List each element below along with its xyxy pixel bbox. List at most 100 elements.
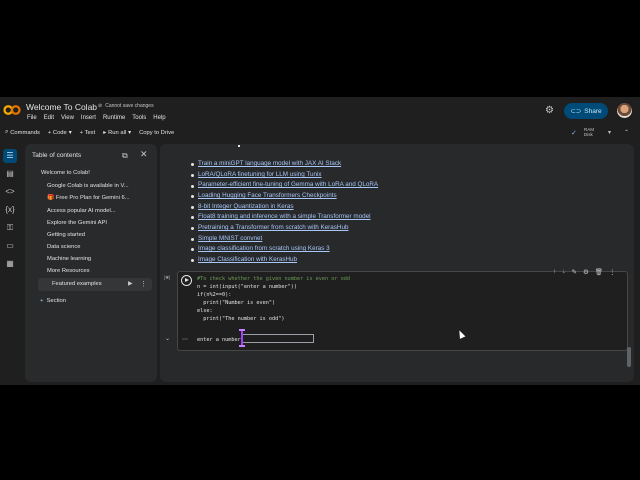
- link-kerashub-pretrain[interactable]: Pretraining a Transformer from scratch w…: [198, 224, 348, 231]
- link-hf-checkpoints[interactable]: Loading Hugging Face Transformers Checkp…: [198, 192, 337, 199]
- save-warning-label: Cannot save changes: [105, 103, 154, 109]
- code-line-5: else:: [197, 308, 213, 314]
- text-cursor: [239, 329, 245, 347]
- menu-view[interactable]: View: [61, 115, 74, 121]
- chevron-down-icon[interactable]: ⌄: [165, 335, 170, 342]
- code-line-4: print("Number is even"): [197, 300, 276, 306]
- colab-window: Welcome To Colab ⊘ Cannot save changes F…: [0, 97, 640, 385]
- bullet: [191, 185, 194, 188]
- toc-item-getting-started[interactable]: Getting started: [47, 232, 85, 238]
- ram-disk-indicator[interactable]: RAM Disk: [584, 127, 594, 137]
- save-warning[interactable]: ⊘ Cannot save changes: [98, 103, 154, 109]
- menu-runtime[interactable]: Runtime: [103, 115, 125, 121]
- chevron-up-icon[interactable]: ⌃: [624, 129, 629, 136]
- more-vert-icon[interactable]: ⋮: [140, 280, 147, 288]
- gear-icon[interactable]: ⚙: [545, 106, 555, 116]
- search-icon: ⌕: [5, 129, 9, 135]
- bullet: [191, 163, 194, 166]
- commands-button[interactable]: ⌕ Commands: [5, 129, 40, 136]
- toc-item-machine-learning[interactable]: Machine learning: [47, 256, 91, 262]
- toc-item-colab-available[interactable]: Google Colab is available in V...: [47, 183, 129, 189]
- stdin-input-field[interactable]: [242, 334, 314, 343]
- avatar[interactable]: [617, 103, 632, 118]
- link-lora-tunix[interactable]: LoRA/QLoRA finetuning for LLM using Tuni…: [198, 171, 322, 178]
- link-int8-keras[interactable]: 8-bit Integer Quantization in Keras: [198, 203, 294, 210]
- toc-item-more-resources[interactable]: More Resources: [47, 268, 90, 274]
- doc-icon[interactable]: ▤: [3, 167, 17, 181]
- scrollbar[interactable]: [627, 347, 631, 367]
- toc-panel: [25, 144, 157, 382]
- toc-item-welcome[interactable]: Welcome to Colab!: [41, 170, 90, 176]
- share-label: Share: [584, 107, 602, 115]
- close-icon[interactable]: ✕: [140, 149, 148, 160]
- cell-toolbar: ↑ ↓ ✎ ⚙ 🗑 ⋮: [553, 268, 616, 276]
- bullet: [191, 227, 194, 230]
- menu-insert[interactable]: Insert: [81, 115, 96, 121]
- menu-tools[interactable]: Tools: [132, 115, 146, 121]
- share-button[interactable]: ⊂⊃ Share: [564, 103, 608, 119]
- play-icon: ▸: [103, 129, 107, 136]
- more-vert-icon[interactable]: ⋮: [609, 268, 616, 276]
- bullet: [191, 216, 194, 219]
- toc-icon[interactable]: ☰: [3, 149, 17, 163]
- link-icon: ⊂⊃: [570, 108, 582, 115]
- chevron-down-icon: ▾: [68, 129, 72, 136]
- plus-icon: +: [40, 298, 44, 304]
- open-in-tab-icon[interactable]: ⧉: [122, 151, 128, 161]
- link-float8[interactable]: Float8 training and inference with a sim…: [198, 213, 371, 220]
- link-image-class-kerashub[interactable]: Image Classification with KerasHub: [198, 256, 297, 263]
- toc-item-ai-models[interactable]: Access popular AI model...: [47, 208, 116, 214]
- connected-check-icon: ✓: [571, 130, 577, 137]
- left-rail: ☰ ▤ <> {x} ⚿ ▭ ▦: [0, 146, 20, 385]
- toc-item-gemini-api[interactable]: Explore the Gemini API: [47, 220, 107, 226]
- add-section-button[interactable]: + Section: [40, 298, 66, 304]
- bullet: [191, 206, 194, 209]
- menu-edit[interactable]: Edit: [44, 115, 54, 121]
- colab-logo-icon[interactable]: [3, 104, 21, 116]
- move-up-icon[interactable]: ↑: [553, 268, 556, 276]
- link-gemma-lora[interactable]: Parameter-efficient fine-tuning of Gemma…: [198, 181, 378, 188]
- no-save-icon: ⊘: [98, 103, 103, 109]
- bullet: [191, 248, 194, 251]
- code-icon[interactable]: <>: [3, 185, 17, 199]
- link-minigpt[interactable]: Train a miniGPT language model with JAX …: [198, 160, 341, 167]
- code-line-3: if(n%2==0):: [197, 292, 232, 298]
- secrets-icon[interactable]: ⚿: [3, 221, 17, 235]
- menu-help[interactable]: Help: [153, 115, 165, 121]
- add-code-button[interactable]: + Code ▾: [48, 130, 72, 136]
- delete-icon[interactable]: 🗑: [595, 268, 603, 276]
- runtime-chevron-down-icon[interactable]: ▾: [608, 129, 611, 136]
- output-menu-icon[interactable]: ⋯: [182, 336, 188, 343]
- run-cell-button[interactable]: [181, 275, 192, 286]
- commands-label: Commands: [10, 129, 40, 136]
- input-prompt: enter a number: [197, 337, 241, 343]
- link-image-class-keras3[interactable]: Image classification from scratch using …: [198, 245, 330, 252]
- link-mnist[interactable]: Simple MNIST convnet: [198, 235, 262, 242]
- settings-icon[interactable]: ⚙: [583, 268, 589, 276]
- chevron-down-icon: ▾: [128, 129, 132, 136]
- move-down-icon[interactable]: ↓: [562, 268, 565, 276]
- add-section-label: Section: [46, 298, 66, 304]
- toc-item-data-science[interactable]: Data science: [47, 244, 81, 250]
- menu-bar: File Edit View Insert Runtime Tools Help: [27, 115, 166, 121]
- bullet: [191, 195, 194, 198]
- run-all-label: Run all: [108, 129, 127, 136]
- add-text-button[interactable]: + Text: [80, 130, 96, 136]
- terminal-icon[interactable]: ▦: [3, 257, 17, 271]
- variables-icon[interactable]: {x}: [3, 203, 17, 217]
- edit-icon[interactable]: ✎: [572, 268, 577, 276]
- code-line-2: n = int(input("enter a number")): [197, 284, 297, 290]
- copy-to-drive-button[interactable]: Copy to Drive: [139, 130, 174, 136]
- notebook-title[interactable]: Welcome To Colab: [26, 102, 97, 112]
- bullet: [191, 259, 194, 262]
- toc-item-free-pro[interactable]: 🎁 Free Pro Plan for Gemini 6...: [47, 195, 130, 201]
- add-code-label: + Code: [47, 129, 67, 136]
- code-line-1: #To check whether the given number is ev…: [197, 276, 351, 282]
- toc-item-featured-examples[interactable]: Featured examples: [52, 281, 102, 287]
- disk-label: Disk: [584, 132, 593, 137]
- run-section-icon[interactable]: ▶: [128, 280, 133, 287]
- menu-file[interactable]: File: [27, 115, 37, 121]
- files-icon[interactable]: ▭: [3, 239, 17, 253]
- run-all-button[interactable]: ▸ Run all ▾: [103, 130, 131, 136]
- bullet: [191, 174, 194, 177]
